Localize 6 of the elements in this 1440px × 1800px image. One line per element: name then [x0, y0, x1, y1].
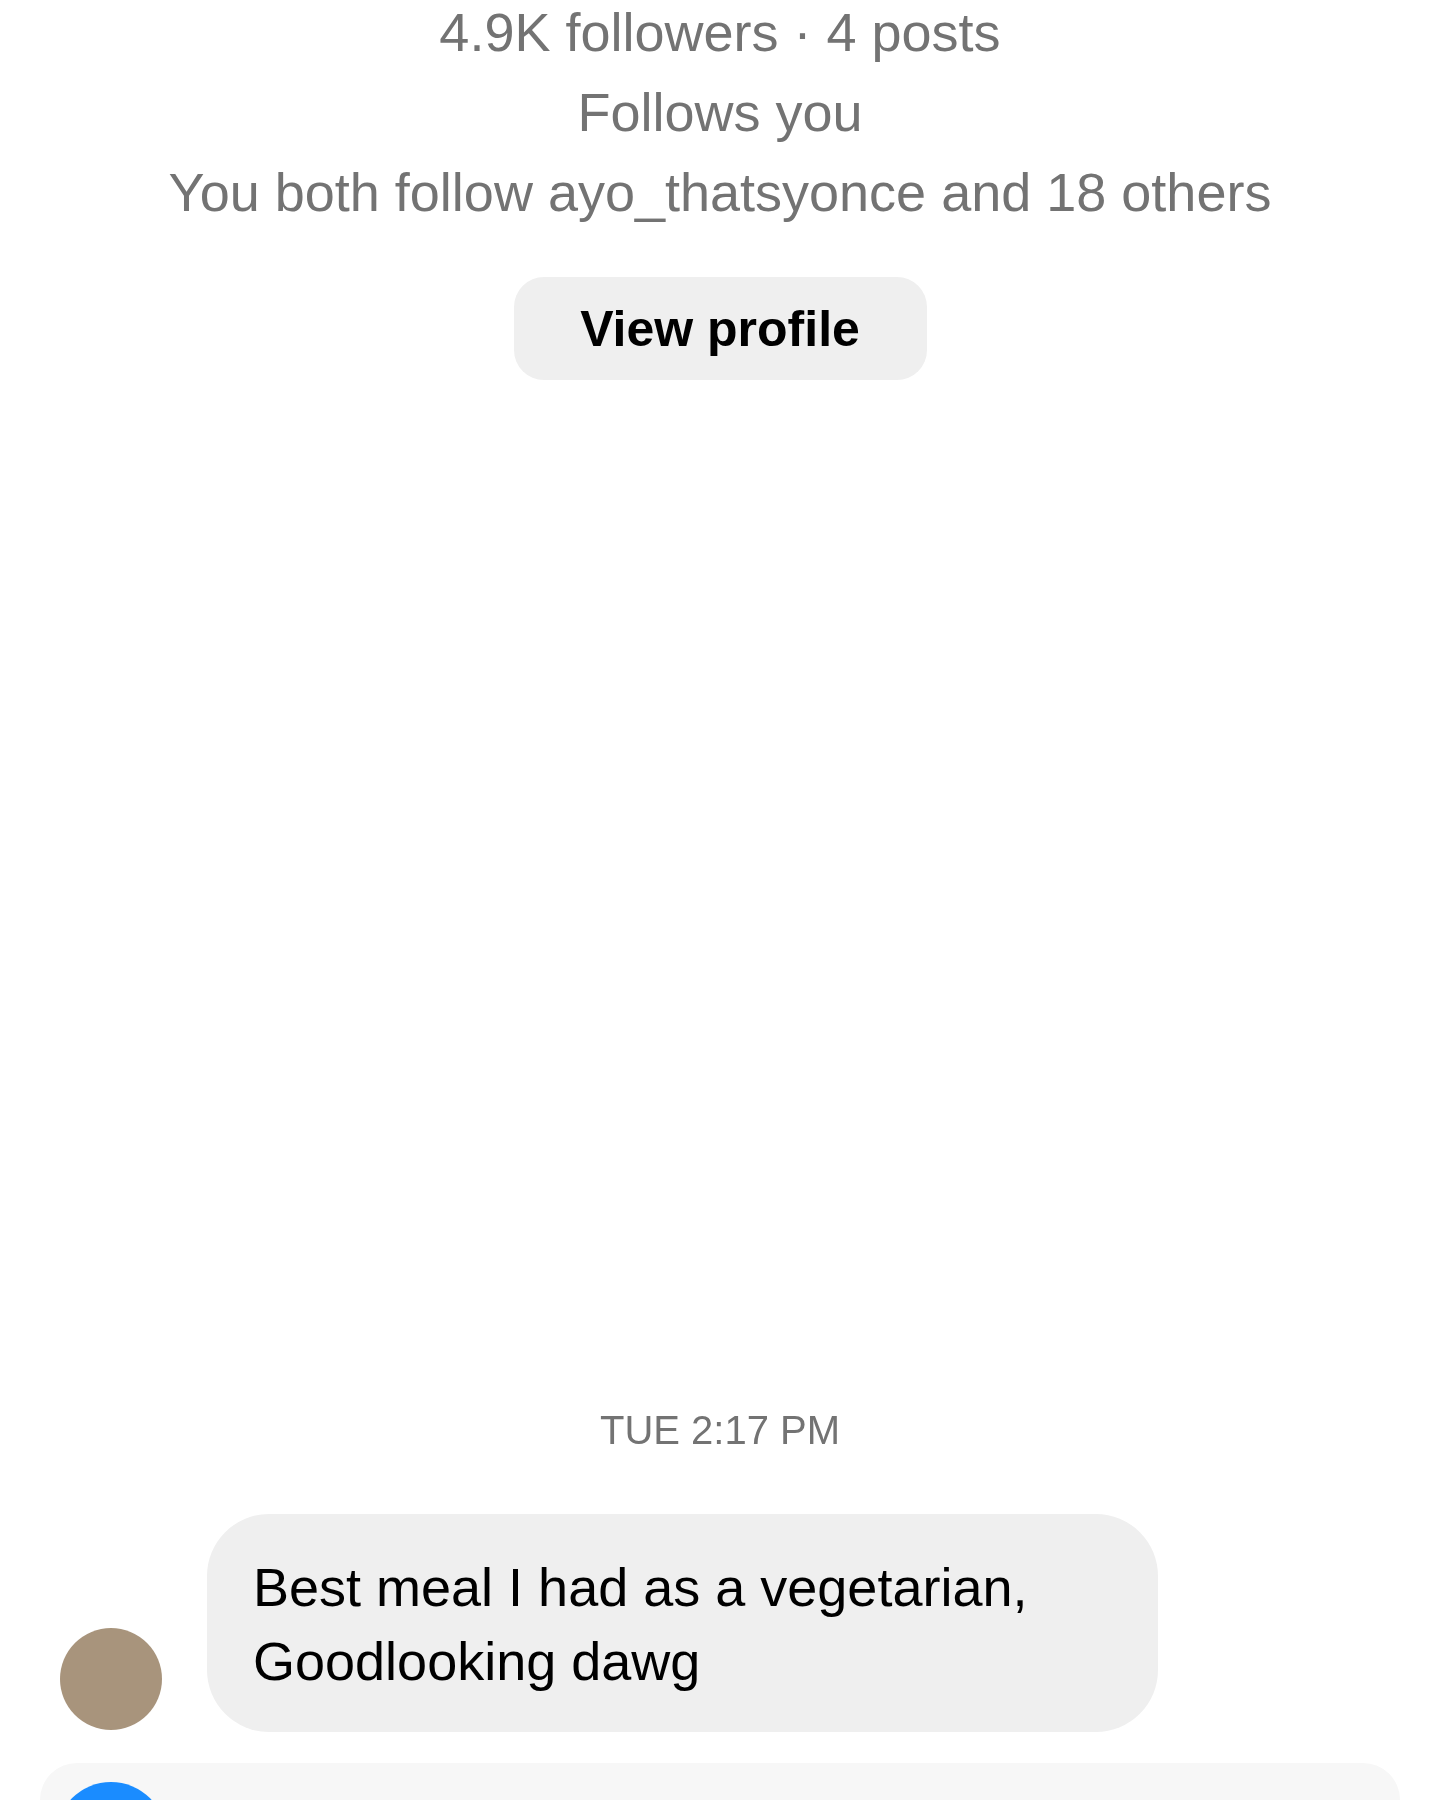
follower-stats: 4.9K followers · 4 posts: [439, 1, 1001, 64]
message-timestamp: TUE 2:17 PM: [598, 1407, 842, 1454]
view-profile-button[interactable]: View profile: [513, 277, 927, 380]
follow-status: Follows you: [577, 81, 863, 144]
message-bubble: Best meal I had as a vegetarian, Goodlooking dawg: [207, 1514, 1158, 1732]
mutual-followers: You both follow ayo_thatsyonce and 18 others: [168, 161, 1272, 224]
